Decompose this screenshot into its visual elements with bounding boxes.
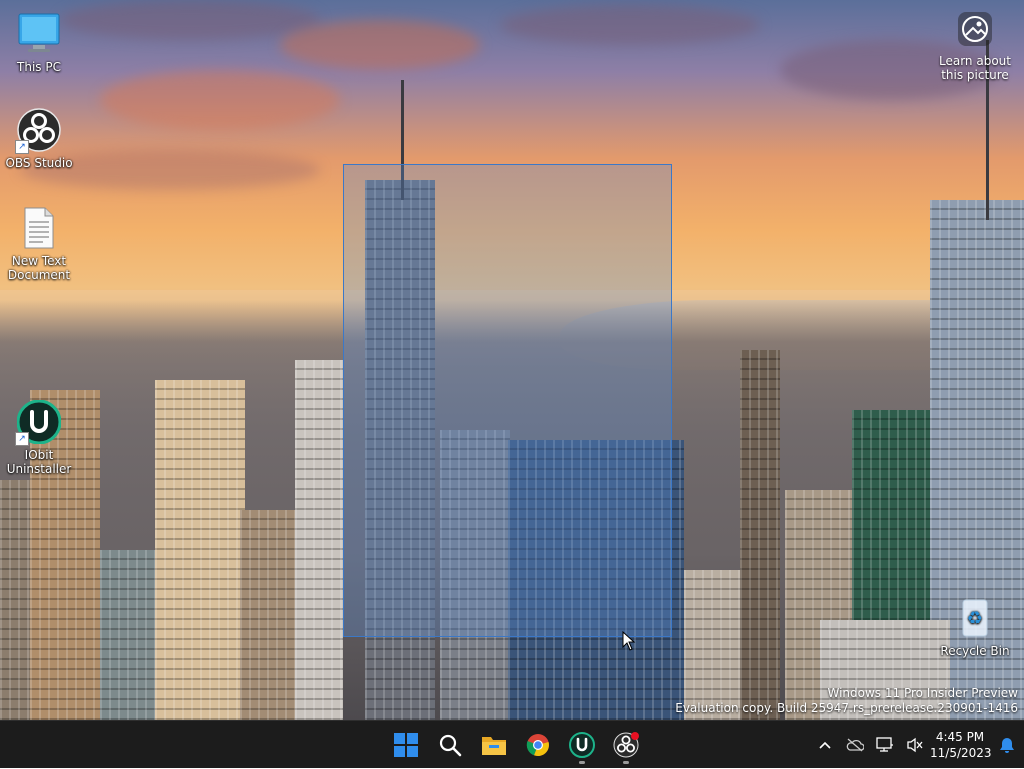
learn-about-this-picture[interactable]: Learn about this picture xyxy=(937,12,1013,82)
mouse-cursor-icon xyxy=(622,630,636,655)
obs-icon xyxy=(613,732,639,758)
watermark-build: Evaluation copy. Build 25947.rs_prerelea… xyxy=(675,701,1018,715)
desktop-icon-label: IObit Uninstaller xyxy=(6,448,72,476)
taskbar-pinned-apps xyxy=(386,725,646,765)
desktop-icon-label: This PC xyxy=(17,60,61,74)
windows-logo-icon xyxy=(394,733,418,757)
windows-evaluation-watermark: Windows 11 Pro Insider Preview Evaluatio… xyxy=(675,686,1018,716)
notification-center-button[interactable] xyxy=(990,721,1024,769)
recycle-bin-icon: ♻ xyxy=(953,596,997,640)
chrome-button[interactable] xyxy=(518,725,558,765)
network-button[interactable] xyxy=(870,721,900,769)
volume-button[interactable] xyxy=(900,721,930,769)
onedrive-button[interactable] xyxy=(840,721,870,769)
chrome-icon xyxy=(526,734,549,757)
system-tray: 4:45 PM 11/5/2023 xyxy=(810,721,1024,769)
search-button[interactable] xyxy=(430,725,470,765)
iobit-uninstaller-icon xyxy=(569,732,595,758)
learn-about-picture-label: Learn about this picture xyxy=(939,54,1011,82)
obs-studio-button[interactable] xyxy=(606,725,646,765)
desktop-icon-obs-studio[interactable]: ↗ OBS Studio xyxy=(1,108,77,170)
onedrive-icon xyxy=(846,738,864,752)
desktop-icon-label: Recycle Bin xyxy=(940,644,1010,658)
svg-text:♻: ♻ xyxy=(967,608,983,629)
search-icon xyxy=(439,734,462,757)
camera-icon xyxy=(958,12,992,46)
bell-icon xyxy=(1000,737,1014,753)
clock-time: 4:45 PM xyxy=(935,730,985,744)
text-file-icon xyxy=(17,206,61,250)
clock-date: 11/5/2023 xyxy=(930,746,992,760)
desktop-icon-this-pc[interactable]: This PC xyxy=(1,12,77,74)
taskbar-clock[interactable]: 4:45 PM 11/5/2023 xyxy=(930,729,992,761)
iobit-uninstaller-icon: ↗ xyxy=(15,399,62,446)
desktop-icon-label: OBS Studio xyxy=(5,156,73,170)
file-explorer-button[interactable] xyxy=(474,725,514,765)
desktop-icon-recycle-bin[interactable]: ♻ Recycle Bin xyxy=(937,596,1013,658)
folder-icon xyxy=(482,737,506,755)
obs-icon: ↗ xyxy=(15,108,61,154)
desktop-icon-iobit-uninstaller[interactable]: ↗ IObit Uninstaller xyxy=(1,399,77,476)
running-indicator xyxy=(623,761,629,764)
watermark-edition: Windows 11 Pro Insider Preview xyxy=(827,686,1018,700)
shortcut-arrow-icon: ↗ xyxy=(15,432,29,446)
desktop-selection-rectangle xyxy=(343,164,672,637)
desktop-icon-new-text-document[interactable]: New Text Document xyxy=(1,206,77,282)
chevron-up-icon xyxy=(819,741,831,749)
network-icon xyxy=(876,737,893,752)
taskbar: 4:45 PM 11/5/2023 xyxy=(0,720,1024,768)
iobit-uninstaller-button[interactable] xyxy=(562,725,602,765)
desktop-icon-label: New Text Document xyxy=(7,254,71,282)
shortcut-arrow-icon: ↗ xyxy=(15,140,29,154)
running-indicator xyxy=(579,761,585,764)
volume-muted-icon xyxy=(907,737,923,753)
show-hidden-icons-button[interactable] xyxy=(810,721,840,769)
start-button[interactable] xyxy=(386,725,426,765)
monitor-icon xyxy=(17,12,61,56)
